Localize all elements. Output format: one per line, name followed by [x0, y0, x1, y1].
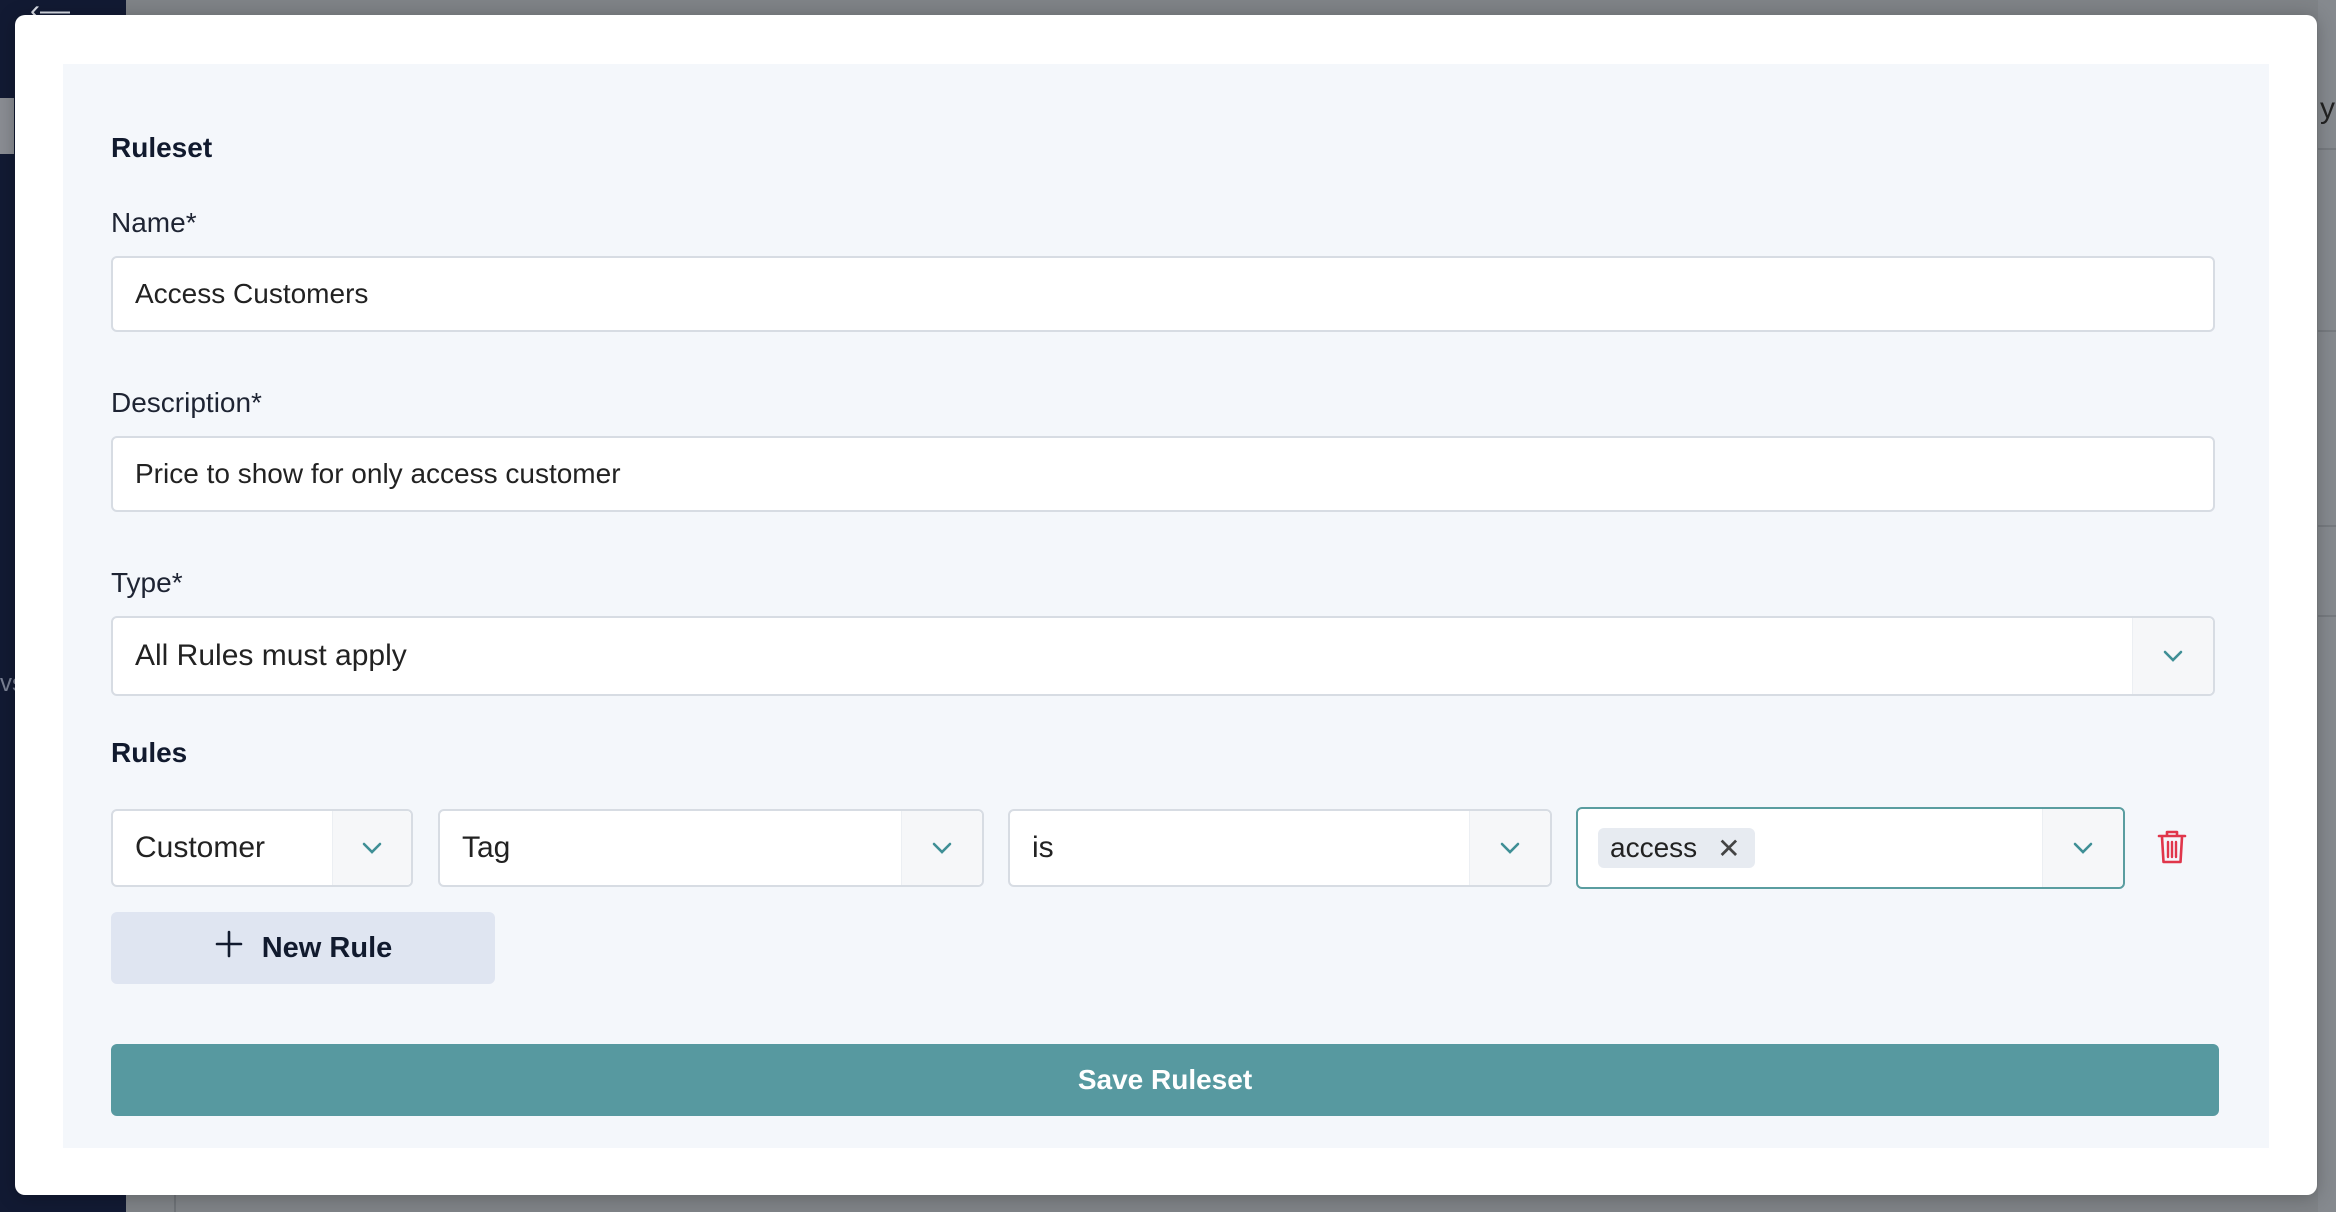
background-divider [2318, 525, 2336, 527]
background-divider [2318, 148, 2336, 150]
plus-icon [214, 929, 244, 967]
background-divider [2318, 615, 2336, 617]
type-select[interactable]: All Rules must apply [111, 616, 2215, 696]
rule-operator-value: is [1032, 831, 1054, 864]
rule-value-multiselect[interactable]: access ✕ [1576, 807, 2125, 889]
description-input[interactable]: Price to show for only access customer [111, 436, 2215, 512]
chevron-down-icon[interactable] [2042, 809, 2123, 887]
save-ruleset-button[interactable]: Save Ruleset [111, 1044, 2219, 1116]
background-divider [2318, 330, 2336, 332]
value-tag-chip: access ✕ [1598, 828, 1755, 868]
close-icon[interactable]: ✕ [1717, 832, 1740, 865]
type-label: Type* [111, 567, 183, 598]
save-ruleset-label: Save Ruleset [1077, 1064, 1253, 1095]
rule-operator-select[interactable]: is [1008, 809, 1552, 887]
background-divider [174, 1194, 176, 1212]
rule-field-value: Customer [135, 831, 266, 864]
value-tag-label: access [1610, 832, 1698, 863]
new-rule-label: New Rule [261, 931, 393, 964]
rules-section-title: Rules [111, 737, 188, 768]
ruleset-form: Ruleset Name* Access Customers Descripti… [63, 64, 2269, 1148]
ruleset-section-title: Ruleset [111, 132, 213, 163]
rule-attribute-value: Tag [462, 831, 511, 864]
chevron-down-icon[interactable] [332, 811, 411, 885]
chevron-down-icon[interactable] [901, 811, 982, 885]
name-input-value: Access Customers [135, 278, 369, 309]
description-input-value: Price to show for only access customer [135, 458, 621, 489]
description-label: Description* [111, 387, 262, 418]
rule-field-select[interactable]: Customer [111, 809, 413, 887]
chevron-down-icon[interactable] [2132, 618, 2213, 694]
name-label: Name* [111, 207, 197, 238]
type-select-value: All Rules must apply [135, 639, 407, 672]
trash-icon[interactable] [2157, 829, 2187, 870]
background-sidebar-selected [0, 98, 14, 154]
background-content-edge: y [2318, 0, 2336, 1212]
background-right-fragment: y [2320, 92, 2335, 125]
ruleset-modal: Ruleset Name* Access Customers Descripti… [15, 15, 2317, 1195]
new-rule-button[interactable]: New Rule [111, 912, 495, 984]
rule-attribute-select[interactable]: Tag [438, 809, 984, 887]
chevron-down-icon[interactable] [1469, 811, 1550, 885]
name-input[interactable]: Access Customers [111, 256, 2215, 332]
